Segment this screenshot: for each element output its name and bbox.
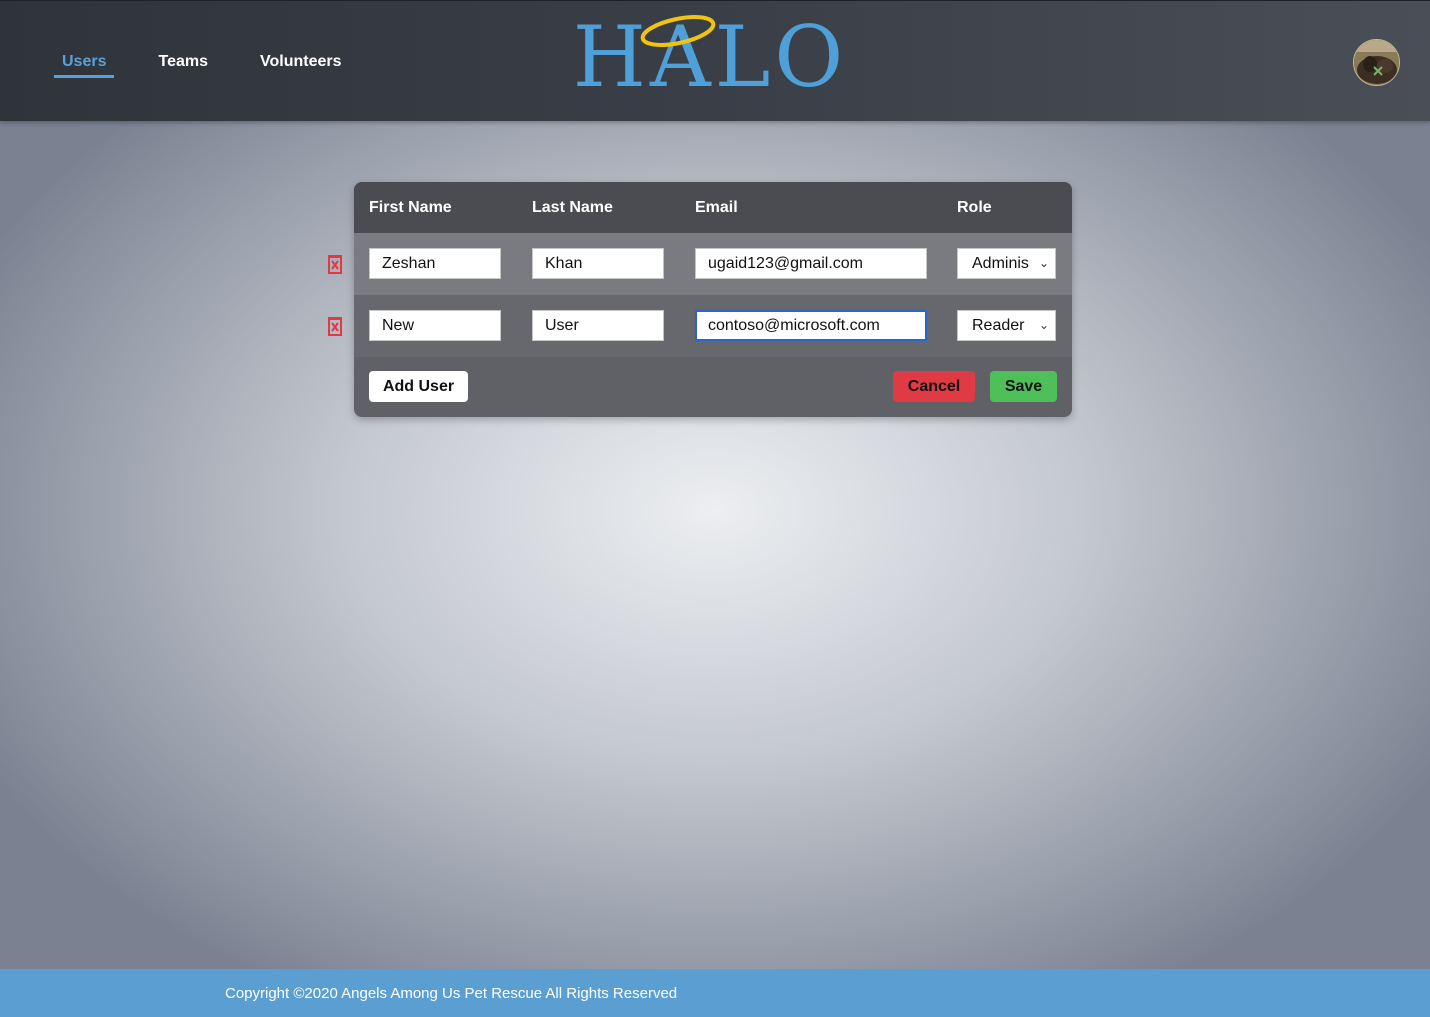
nav-users[interactable]: Users [54,51,115,78]
nav-volunteers[interactable]: Volunteers [252,51,350,78]
header-email: Email [695,199,738,216]
role-select-value: Adminis [972,255,1029,272]
role-select[interactable]: Adminis ⌄ [957,248,1056,279]
chevron-down-icon: ⌄ [1038,318,1049,332]
last-name-input[interactable] [532,248,664,279]
cancel-button[interactable]: Cancel [893,371,975,402]
header-role: Role [957,199,992,216]
main-nav: Users Teams Volunteers [54,51,386,78]
first-name-input[interactable] [369,248,501,279]
delete-row-icon[interactable] [326,254,344,274]
add-user-button[interactable]: Add User [369,371,468,402]
avatar[interactable] [1353,39,1400,86]
copyright-text: Copyright ©2020 Angels Among Us Pet Resc… [225,985,678,1002]
role-select[interactable]: Reader ⌄ [957,310,1056,341]
user-avatar-icon [1354,40,1399,85]
header-last-name: Last Name [532,199,613,216]
email-input[interactable] [695,248,927,279]
top-header: Users Teams Volunteers HALO [0,0,1430,121]
first-name-input[interactable] [369,310,501,341]
footer: Copyright ©2020 Angels Among Us Pet Resc… [0,969,1430,1017]
halo-ring-icon [640,15,716,47]
nav-teams[interactable]: Teams [150,51,216,78]
chevron-down-icon: ⌄ [1038,256,1049,270]
save-button[interactable]: Save [990,371,1057,402]
last-name-input[interactable] [532,310,664,341]
table-row: Reader ⌄ [354,295,1072,357]
halo-logo: HALO [560,9,860,105]
role-select-value: Reader [972,317,1025,334]
email-input[interactable] [695,310,927,341]
delete-row-icon[interactable] [326,316,344,336]
header-first-name: First Name [369,199,452,216]
table-row: Adminis ⌄ [354,233,1072,295]
table-header: First Name Last Name Email Role [354,182,1072,233]
